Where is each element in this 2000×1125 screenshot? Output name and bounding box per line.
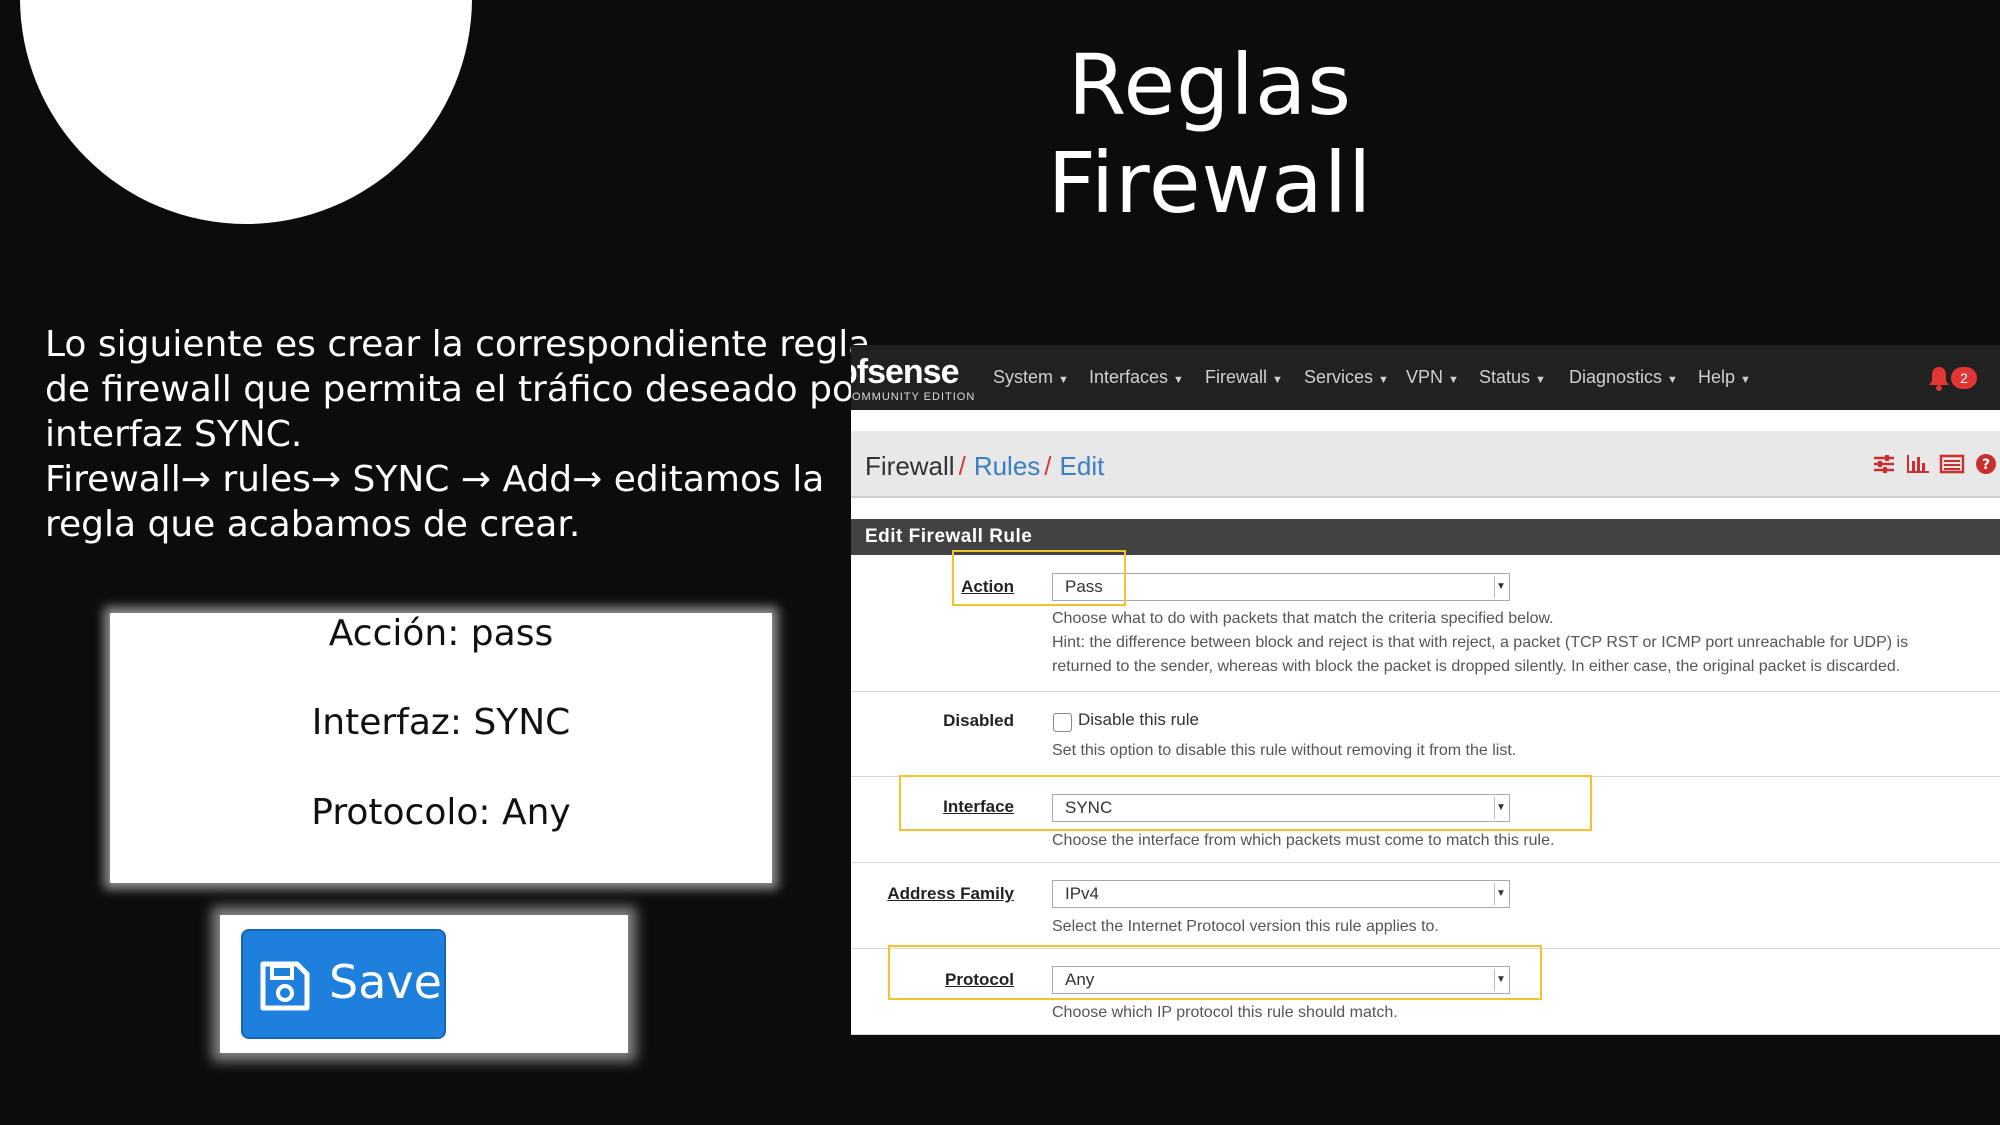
- nav-system[interactable]: System ▼: [993, 367, 1069, 388]
- protocol-help: Choose which IP protocol this rule shoul…: [1052, 1004, 1398, 1021]
- address-family-row: Address Family IPv4 ▼ Select the Internet…: [851, 862, 2000, 949]
- body-line: Lo siguiente es crear la correspondiente…: [45, 324, 871, 365]
- breadcrumb-rules-link[interactable]: Rules: [974, 451, 1040, 481]
- select-arrow-icon: ▼: [1494, 883, 1507, 905]
- save-button[interactable]: Save: [241, 929, 446, 1039]
- caret-down-icon: ▼: [1667, 374, 1678, 386]
- card-line-action: Acción: pass: [328, 613, 554, 654]
- disable-rule-checkbox[interactable]: [1053, 713, 1072, 732]
- breadcrumb-separator: /: [1044, 451, 1052, 481]
- nav-label: VPN: [1406, 367, 1444, 387]
- help-line: returned to the sender, whereas with blo…: [1052, 658, 1901, 675]
- body-line: interfaz SYNC.: [45, 414, 303, 455]
- sliders-icon[interactable]: [1871, 453, 1897, 475]
- nav-label: Firewall: [1205, 367, 1268, 387]
- bell-icon[interactable]: [1927, 365, 1951, 391]
- nav-diagnostics[interactable]: Diagnostics ▼: [1569, 367, 1678, 388]
- nav-help[interactable]: Help ▼: [1698, 367, 1751, 388]
- caret-down-icon: ▼: [1535, 374, 1546, 386]
- breadcrumb-separator: /: [958, 451, 966, 481]
- nav-services[interactable]: Services ▼: [1304, 367, 1389, 388]
- body-line: regla que acabamos de crear.: [45, 504, 581, 545]
- breadcrumb-edit-link[interactable]: Edit: [1060, 451, 1105, 481]
- breadcrumb-firewall: Firewall: [865, 451, 955, 481]
- address-family-label: Address Family: [887, 884, 1014, 903]
- interface-help: Choose the interface from which packets …: [1052, 832, 1555, 849]
- notification-badge[interactable]: 2: [1951, 367, 1977, 389]
- svg-text:?: ?: [1982, 457, 1990, 473]
- logo-subtitle: COMMUNITY EDITION: [851, 391, 976, 403]
- action-highlight-box: [952, 550, 1126, 606]
- caret-down-icon: ▼: [1448, 374, 1459, 386]
- slide-title: Reglas Firewall: [1047, 36, 1373, 232]
- nav-label: Status: [1479, 367, 1531, 387]
- card-line-interface: Interfaz: SYNC: [311, 702, 571, 743]
- help-circle-icon[interactable]: ?: [1973, 453, 1999, 475]
- nav-firewall[interactable]: Firewall ▼: [1205, 367, 1283, 388]
- caret-down-icon: ▼: [1058, 374, 1069, 386]
- help-line: Choose what to do with packets that matc…: [1052, 610, 1554, 627]
- list-table-icon[interactable]: [1939, 453, 1965, 475]
- disabled-label: Disabled: [943, 711, 1014, 730]
- floppy-disk-icon: [259, 960, 311, 1012]
- address-family-select-value: IPv4: [1065, 884, 1100, 903]
- save-button-snippet: Save: [220, 915, 628, 1053]
- disabled-help: Set this option to disable this rule wit…: [1052, 742, 1517, 759]
- decorative-circle: [20, 0, 472, 224]
- nav-label: Services: [1304, 367, 1374, 387]
- pfsense-logo[interactable]: pfsense: [851, 353, 959, 392]
- caret-down-icon: ▼: [1272, 374, 1283, 386]
- nav-status[interactable]: Status ▼: [1479, 367, 1546, 388]
- slide-body-text: Lo siguiente es crear la correspondiente…: [45, 322, 913, 547]
- save-button-label: Save: [329, 955, 442, 1009]
- nav-label: Diagnostics: [1569, 367, 1663, 387]
- nav-vpn[interactable]: VPN ▼: [1406, 367, 1459, 388]
- select-arrow-icon: ▼: [1494, 576, 1507, 598]
- bar-chart-icon[interactable]: [1905, 453, 1931, 475]
- nav-interfaces[interactable]: Interfaces ▼: [1089, 367, 1184, 388]
- body-line: de firewall que permita el tráfico desea…: [45, 369, 913, 410]
- top-navbar: pfsense COMMUNITY EDITION System ▼ Interf…: [851, 345, 2000, 410]
- breadcrumb: Firewall / Rules / Edit: [851, 431, 2000, 498]
- caret-down-icon: ▼: [1173, 374, 1184, 386]
- address-family-help: Select the Internet Protocol version thi…: [1052, 918, 1439, 935]
- summary-card: Acción: pass Interfaz: SYNC Protocolo: A…: [110, 613, 772, 883]
- disable-rule-checkbox-label[interactable]: Disable this rule: [1078, 710, 1199, 730]
- help-line: Hint: the difference between block and r…: [1052, 634, 1909, 651]
- nav-label: System: [993, 367, 1054, 387]
- address-family-select[interactable]: IPv4 ▼: [1052, 880, 1510, 908]
- protocol-highlight-box: [888, 945, 1542, 1000]
- pfsense-screenshot: pfsense COMMUNITY EDITION System ▼ Interf…: [851, 345, 2000, 1035]
- action-help: Choose what to do with packets that matc…: [1052, 607, 1908, 679]
- body-line: Firewall→ rules→ SYNC → Add→ editamos la: [45, 459, 825, 500]
- caret-down-icon: ▼: [1740, 374, 1751, 386]
- nav-label: Help: [1698, 367, 1736, 387]
- breadcrumb-trail: Firewall / Rules / Edit: [865, 451, 1104, 482]
- nav-label: Interfaces: [1089, 367, 1169, 387]
- disabled-row: Disabled Disable this rule Set this opti…: [851, 691, 2000, 777]
- interface-highlight-box: [899, 775, 1592, 831]
- card-line-protocol: Protocolo: Any: [311, 792, 571, 833]
- caret-down-icon: ▼: [1378, 374, 1389, 386]
